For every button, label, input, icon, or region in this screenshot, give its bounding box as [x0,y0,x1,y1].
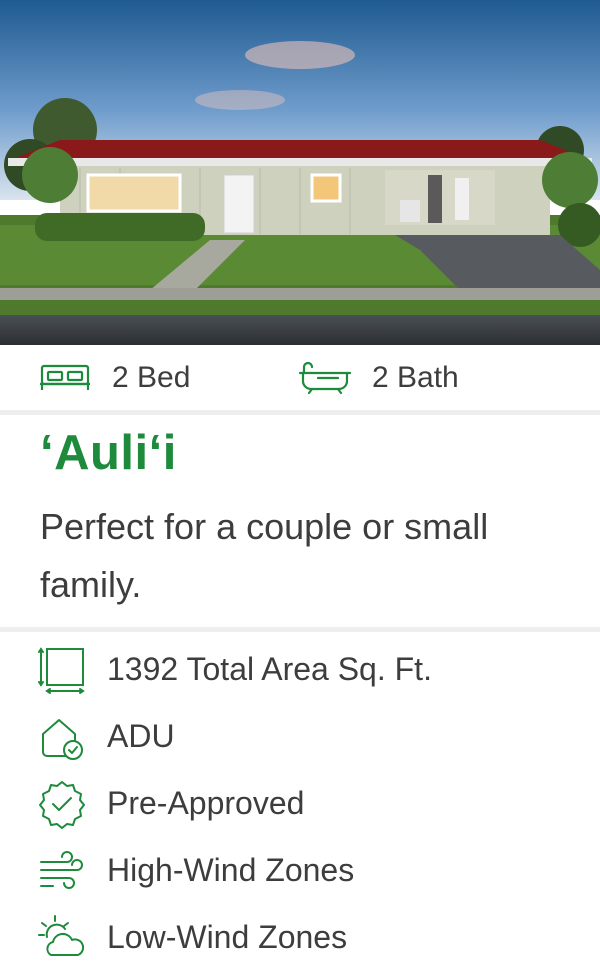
divider [0,627,600,632]
bed-icon [38,358,92,398]
bathtub-icon [298,358,352,398]
bedrooms-label: 2 Bed [112,361,191,394]
divider [0,410,600,415]
house-check-icon [36,711,88,763]
house-image[interactable] [0,0,600,345]
feature-adu: ADU [0,703,600,770]
bedrooms-stat: 2 Bed [38,345,190,411]
badge-check-icon [36,778,88,830]
feature-label: Low-Wind Zones [107,919,348,955]
feature-label: High-Wind Zones [107,852,355,888]
stats-row: 2 Bed 2 Bath [0,345,600,411]
wind-icon [36,845,88,897]
feature-label: 1392 Total Area Sq. Ft. [107,651,432,687]
feature-pre-approved: Pre-Approved [0,770,600,837]
feature-label: ADU [107,718,175,754]
plan-description: Perfect for a couple or small family. [40,506,489,605]
bathrooms-stat: 2 Bath [298,345,459,411]
feature-low-wind: Low-Wind Zones [0,904,600,971]
area-icon [36,644,88,696]
plan-card[interactable]: 2 Bed 2 Bath ‘Auli‘i Perfect for a coupl… [0,0,600,975]
feature-high-wind: High-Wind Zones [0,837,600,904]
sun-cloud-icon [36,912,88,964]
plan-title[interactable]: ‘Auli‘i [40,425,177,481]
feature-label: Pre-Approved [107,785,305,821]
bathrooms-label: 2 Bath [372,361,459,394]
feature-area: 1392 Total Area Sq. Ft. [0,636,600,703]
